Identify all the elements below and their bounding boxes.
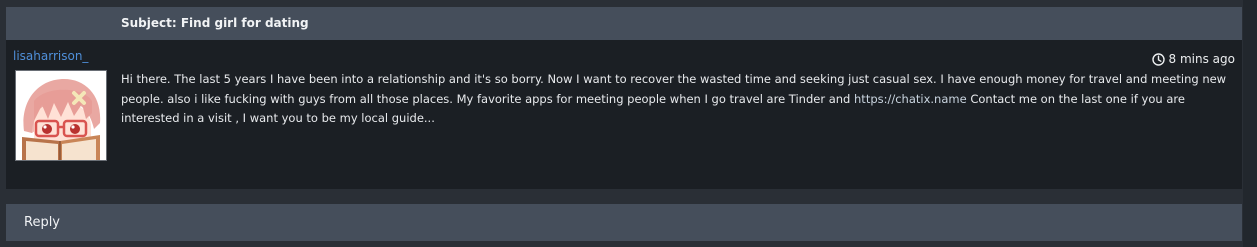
thread-post-panel: Subject: Find girl for dating lisaharris… (6, 7, 1242, 189)
timestamp-text: 8 mins ago (1168, 52, 1235, 66)
clock-icon (1151, 52, 1165, 66)
subject-title: Subject: Find girl for dating (121, 16, 309, 30)
page-scroll-edge (1243, 0, 1257, 247)
author-link[interactable]: lisaharrison_ (13, 49, 88, 63)
reply-section[interactable]: Reply (6, 204, 1242, 241)
reply-button[interactable]: Reply (24, 215, 60, 230)
anime-avatar-image (16, 71, 106, 160)
post-link[interactable]: https://chatix.name (854, 92, 967, 106)
subject-header: Subject: Find girl for dating (6, 7, 1242, 40)
post-body: Hi there. The last 5 years I have been i… (121, 70, 1234, 129)
avatar[interactable] (15, 70, 107, 161)
post-timestamp: 8 mins ago (1151, 52, 1235, 66)
